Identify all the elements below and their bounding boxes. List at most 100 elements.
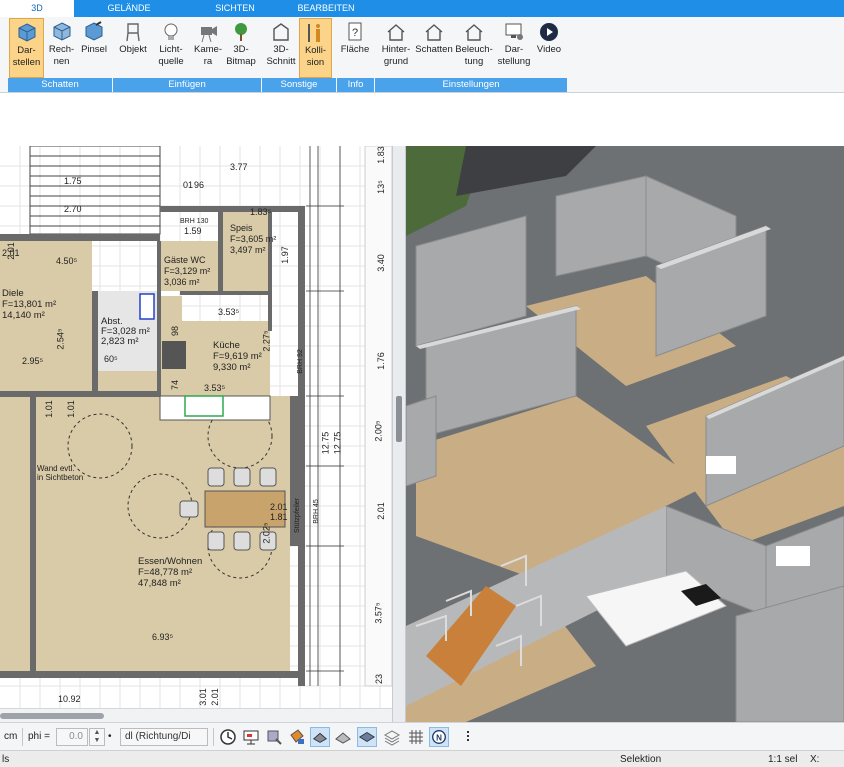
view-splitter[interactable]	[392, 146, 406, 722]
plan-label-14: 2.02⁵	[261, 522, 272, 544]
plan-label-1: 2.95⁵	[22, 356, 44, 366]
play-video-icon	[540, 23, 558, 41]
wall-tool-icon	[312, 732, 328, 743]
pinsel-button[interactable]: Pinsel	[79, 18, 109, 78]
video-button[interactable]: Video	[534, 18, 564, 78]
room-name-essen-wohnen: Essen/Wohnen	[138, 556, 203, 567]
stack-tool-icon[interactable]	[382, 727, 402, 747]
tree-icon	[235, 23, 247, 41]
lightbulb-icon	[164, 23, 178, 40]
brush-tool-icon[interactable]	[264, 727, 284, 747]
plan-label-10: 60⁵	[104, 354, 118, 364]
plan-label-2: 2.54⁵	[55, 328, 66, 350]
bottom-toolbar: cm phi = 0.0 ▲ ▼ • dl (Richtung/Di N	[0, 722, 844, 750]
layer-tool-icon	[358, 731, 376, 743]
plan-label-8: 74	[170, 379, 181, 391]
person-collision-icon	[307, 24, 320, 42]
beleuchtung-button[interactable]: Beleuch- tung	[454, 18, 494, 78]
rechnen-button[interactable]: Rech- nen	[45, 18, 78, 78]
plan-label-3: 2.01	[5, 242, 16, 260]
house-background-icon	[387, 24, 405, 41]
plan-dim-bottom-1: 6.93⁵	[152, 632, 174, 642]
group-einfuegen: Einfügen	[113, 78, 261, 92]
plan-dim-right-8: 12.75	[320, 431, 331, 455]
darstellen-button[interactable]: Dar- stellen	[9, 18, 44, 78]
ribbon: Dar- stellen Rech- nen Pinsel Objekt Lic…	[0, 17, 844, 93]
lichtquelle-button[interactable]: Licht- quelle	[155, 18, 187, 78]
svg-text:N: N	[436, 734, 442, 743]
plan-dim-top-2: 01	[183, 180, 194, 190]
unit-label: cm	[4, 731, 18, 742]
room-area1-kueche: F=9,619 m²	[213, 351, 262, 362]
plan-dim-top-0: 3.77	[230, 162, 248, 172]
north-toggle-active[interactable]: N	[429, 727, 449, 747]
plan-label-0: 4.50⁵	[56, 256, 78, 266]
flaeche-button[interactable]: ? Fläche	[339, 18, 371, 78]
scrollbar-thumb[interactable]	[0, 713, 104, 719]
room-area1-diele: F=13,801 m²	[2, 299, 57, 310]
phi-stepper[interactable]: ▲ ▼	[89, 728, 105, 746]
tab-3d[interactable]: 3D	[0, 0, 74, 17]
plan-dim-right-7: 13⁵	[375, 180, 386, 194]
status-bar: ls Selektion 1:1 sel X:	[0, 750, 844, 767]
plan-label-5: 1.01	[65, 400, 76, 418]
plan-label-19: BRH 92	[296, 349, 304, 374]
phi-input[interactable]: 0.0	[56, 728, 88, 746]
wall-tool-active[interactable]	[310, 727, 330, 747]
kollision-button[interactable]: Kolli- sion	[299, 18, 332, 78]
camera-icon	[201, 26, 217, 43]
view-3d[interactable]	[406, 146, 844, 722]
clock-icon[interactable]	[218, 727, 238, 747]
plan-label-6: 3.53⁵	[218, 307, 240, 317]
group-schatten: Schatten	[8, 78, 112, 92]
room-area2-kueche: 9,330 m²	[213, 362, 251, 373]
section-cut-icon	[273, 23, 289, 41]
tab-gelaende[interactable]: GELÄNDE	[94, 0, 164, 17]
plan-horizontal-scrollbar[interactable]	[0, 708, 392, 722]
direction-dropdown[interactable]: dl (Richtung/Di	[120, 728, 208, 746]
schatten-button[interactable]: Schatten	[414, 18, 454, 78]
plan-dim-top-4: 1.75	[64, 176, 82, 186]
plan-dim-right-9: 12.75	[332, 431, 343, 455]
monitor-settings-icon	[505, 23, 523, 40]
splitter-grip[interactable]	[396, 396, 402, 442]
cube-solid-icon	[18, 23, 35, 42]
floor-plan-2d[interactable]: 3.77 1.83⁵ 01 96 1.75 2.70 2.01 1.83 3.4…	[0, 146, 392, 708]
plan-label-11: 2.27⁵	[261, 330, 272, 352]
layer-tool-active[interactable]	[357, 727, 377, 747]
schnitt-3d-button[interactable]: 3D- Schnitt	[265, 18, 297, 78]
phi-separator-dot: •	[108, 731, 112, 742]
plan-label-20: Stützpfeiler	[294, 497, 302, 534]
hatch-tool-icon[interactable]	[333, 727, 353, 747]
chair-icon	[126, 23, 140, 42]
room-area1-speis: F=3,605 m²	[230, 234, 277, 244]
hintergrund-button[interactable]: Hinter- grund	[378, 18, 414, 78]
plan-dim-top-3: 96	[194, 180, 205, 190]
room-name-gaeste-wc: Gäste WC	[164, 255, 206, 265]
tab-bearbeiten[interactable]: BEARBEITEN	[290, 0, 362, 17]
room-area2-abst: 2,823 m²	[101, 336, 139, 347]
ribbon-tab-bar: 3D GELÄNDE SICHTEN BEARBEITEN	[0, 0, 844, 17]
presentation-icon[interactable]	[241, 727, 261, 747]
kamera-button[interactable]: Kame- ra	[192, 18, 224, 78]
plan-dim-bottom-0: 10.92	[58, 694, 81, 704]
tab-sichten[interactable]: SICHTEN	[200, 0, 270, 17]
plan-label-12: 2.01	[270, 502, 288, 512]
plan-label-18: BRH 45	[312, 499, 320, 524]
bitmap-3d-button[interactable]: 3D- Bitmap	[225, 18, 257, 78]
north-icon: N	[432, 730, 446, 744]
paint-bucket-icon[interactable]	[287, 727, 307, 747]
plan-dim-right-3: 2.00⁵	[373, 420, 384, 442]
objekt-button[interactable]: Objekt	[116, 18, 150, 78]
room-area1-gaeste-wc: F=3,129 m²	[164, 266, 211, 276]
phi-label: phi =	[28, 731, 50, 742]
plan-label-17: 1.59	[184, 226, 202, 236]
darstellung-button[interactable]: Dar- stellung	[494, 18, 534, 78]
pin-icon[interactable]	[458, 727, 478, 747]
room-area2-speis: 3,497 m²	[230, 245, 266, 255]
grid-icon[interactable]	[406, 727, 426, 747]
room-area2-gaeste-wc: 3,036 m²	[164, 277, 200, 287]
plan-dim-right-1: 3.40	[375, 254, 386, 272]
plan-label-15: 1.97	[279, 246, 290, 264]
status-scale: 1:1 sel	[768, 754, 798, 765]
